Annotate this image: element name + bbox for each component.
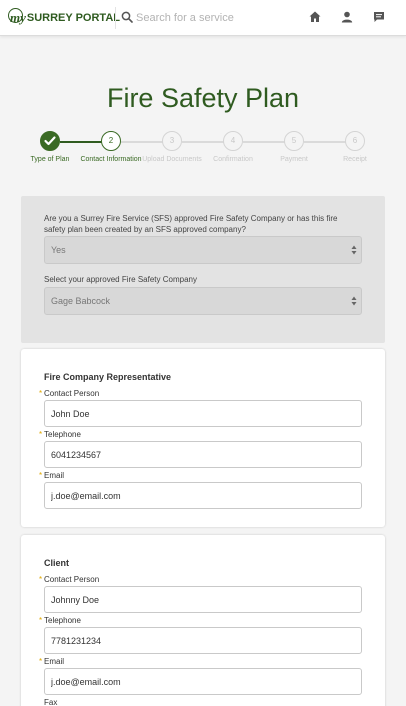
label-text: Telephone — [44, 430, 81, 439]
top-nav-bar: my SURREY PORTAL — [0, 0, 406, 36]
logo-title-text: SURREY PORTAL — [26, 12, 120, 24]
logo-my-text: my — [8, 8, 26, 25]
fire-safety-company-select[interactable]: Gage Babcock — [44, 287, 362, 315]
label-text: Telephone — [44, 616, 81, 625]
rep-contact-person-input[interactable] — [44, 400, 362, 427]
step-circle: 4 — [223, 131, 243, 151]
step-circle: 3 — [162, 131, 182, 151]
step-circle — [40, 131, 60, 151]
client-telephone-input[interactable] — [44, 627, 362, 654]
step-label: Contact Information — [80, 156, 142, 163]
step-contact-information[interactable]: 2 Contact Information — [76, 131, 146, 164]
rep-telephone-input[interactable] — [44, 441, 362, 468]
step-label: Receipt — [343, 156, 367, 163]
fire-company-representative-card: Fire Company Representative * Contact Pe… — [21, 349, 385, 527]
step-label: Payment — [280, 156, 308, 163]
company-select-label: Select your approved Fire Safety Company — [44, 275, 197, 284]
client-card: Client * Contact Person * Telephone * Em… — [21, 535, 385, 706]
client-contact-person-input[interactable] — [44, 586, 362, 613]
step-circle: 5 — [284, 131, 304, 151]
contact-person-label: * Contact Person — [39, 389, 100, 398]
label-text: Contact Person — [44, 575, 100, 584]
label-text: Email — [44, 471, 65, 480]
search-input[interactable] — [136, 8, 296, 28]
progress-stepper: Type of Plan 2 Contact Information 3 Upl… — [0, 131, 406, 181]
message-icon[interactable] — [372, 10, 386, 24]
section-heading: Fire Company Representative — [44, 372, 172, 382]
client-email-input[interactable] — [44, 668, 362, 695]
rep-email-input[interactable] — [44, 482, 362, 509]
step-receipt: 6 Receipt — [320, 131, 390, 164]
step-circle: 2 — [101, 131, 121, 151]
select-arrows-icon — [351, 245, 357, 255]
approval-question: Are you a Surrey Fire Service (SFS) appr… — [44, 214, 338, 234]
required-marker: * — [39, 430, 43, 439]
select-value: Yes — [51, 245, 66, 255]
step-payment: 5 Payment — [259, 131, 329, 164]
telephone-label: * Telephone — [39, 616, 81, 625]
search-icon[interactable] — [121, 11, 133, 23]
required-marker: * — [39, 389, 43, 398]
step-label: Type of Plan — [30, 156, 70, 163]
fax-label: Fax — [44, 698, 58, 706]
required-marker: * — [39, 616, 43, 625]
required-marker: * — [39, 657, 43, 666]
contact-person-label: * Contact Person — [39, 575, 100, 584]
section-heading: Client — [44, 558, 70, 568]
check-icon — [43, 135, 56, 145]
required-marker: * — [39, 575, 43, 584]
select-value: Gage Babcock — [51, 296, 111, 306]
label-text: Contact Person — [44, 389, 100, 398]
step-circle: 6 — [345, 131, 365, 151]
page-title: Fire Safety Plan — [106, 83, 300, 113]
step-label: Confirmation — [213, 156, 253, 163]
my-surrey-portal-logo[interactable]: my SURREY PORTAL — [8, 8, 120, 27]
select-arrows-icon — [351, 296, 357, 306]
email-label: * Email — [39, 471, 65, 480]
header-divider — [115, 7, 116, 29]
step-upload-documents: 3 Upload Documents — [137, 131, 207, 164]
required-marker: * — [39, 471, 43, 480]
user-icon[interactable] — [340, 10, 354, 24]
approved-company-select[interactable]: Yes — [44, 236, 362, 264]
approval-section: Are you a Surrey Fire Service (SFS) appr… — [21, 196, 385, 343]
home-icon[interactable] — [308, 10, 322, 24]
label-text: Email — [44, 657, 65, 666]
step-label: Upload Documents — [142, 156, 202, 163]
step-type-of-plan[interactable]: Type of Plan — [15, 131, 85, 164]
telephone-label: * Telephone — [39, 430, 81, 439]
email-label: * Email — [39, 657, 65, 666]
step-confirmation: 4 Confirmation — [198, 131, 268, 164]
